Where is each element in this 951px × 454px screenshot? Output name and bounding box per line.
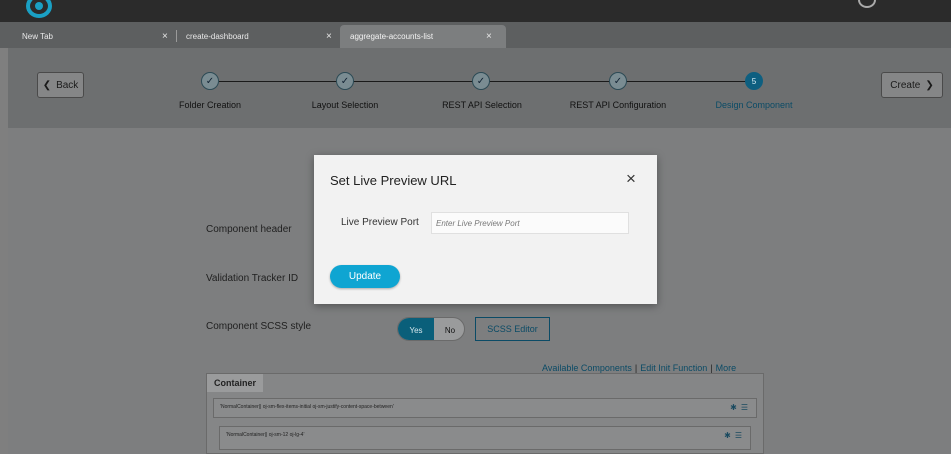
container-title: Container [207,374,263,392]
step-2-check-icon[interactable]: ✓ [336,72,354,90]
scss-style-toggle[interactable]: Yes No [397,317,465,341]
tab-separator [176,30,177,42]
available-components-link[interactable]: Available Components [542,363,632,373]
chevron-right-icon: ❯ [925,79,934,91]
step-label-rest-api-selection[interactable]: REST API Selection [442,100,522,110]
app-topbar [0,0,951,22]
link-separator: | [634,363,638,373]
tab-strip: New Tab × create-dashboard × aggregate-a… [0,22,951,48]
close-icon[interactable]: × [162,31,168,42]
step-label-rest-api-configuration[interactable]: REST API Configuration [570,100,666,110]
toggle-no[interactable]: No [434,318,464,340]
tab-new-tab[interactable]: New Tab × [14,25,184,48]
step-5-number[interactable]: 5 [745,72,763,90]
user-avatar-icon[interactable] [858,0,876,8]
step-1-check-icon[interactable]: ✓ [201,72,219,90]
create-label: Create [890,79,921,91]
drag-handle-icon[interactable]: ☰ [741,403,748,412]
row-actions: ✱ ☰ [730,403,748,412]
component-links: Available Components | Edit Init Function |… [542,363,736,373]
update-button[interactable]: Update [330,265,400,288]
container-panel: Container 'NormalContainer|| oj-sm-flex-… [206,373,764,454]
step-4-check-icon[interactable]: ✓ [609,72,627,90]
wizard-header: ❮ Back ✓ ✓ ✓ ✓ 5 Folder Creation Layout … [8,48,951,128]
tab-label: aggregate-accounts-list [350,32,434,41]
component-header-label: Component header [206,224,292,235]
toggle-yes[interactable]: Yes [398,318,434,340]
live-preview-port-input[interactable] [431,212,629,234]
app-logo-dot [35,2,43,10]
link-separator: | [710,363,713,373]
step-label-design-component[interactable]: Design Component [715,100,792,110]
step-3-check-icon[interactable]: ✓ [472,72,490,90]
container-row-text: 'NormalContainer|| oj-sm-12 oj-lg-4' [226,432,305,438]
container-row-text: 'NormalContainer|| oj-sm-flex-items-init… [220,404,394,410]
gear-icon[interactable]: ✱ [724,431,731,440]
tab-aggregate-accounts-list[interactable]: aggregate-accounts-list × [340,25,506,48]
step-label-folder-creation[interactable]: Folder Creation [179,100,241,110]
modal-title: Set Live Preview URL [330,173,457,188]
step-label-layout-selection[interactable]: Layout Selection [312,100,379,110]
container-row[interactable]: 'NormalContainer|| oj-sm-12 oj-lg-4' ✱ ☰ [219,426,751,450]
close-icon[interactable]: × [626,169,636,189]
drag-handle-icon[interactable]: ☰ [735,431,742,440]
tab-create-dashboard[interactable]: create-dashboard × [178,25,340,48]
back-label: Back [56,79,79,91]
row-actions: ✱ ☰ [724,431,742,440]
more-link[interactable]: More [716,363,737,373]
live-preview-modal: Set Live Preview URL × Live Preview Port… [314,155,657,304]
container-row[interactable]: 'NormalContainer|| oj-sm-flex-items-init… [213,398,757,418]
back-button[interactable]: ❮ Back [37,72,84,98]
tab-label: New Tab [22,32,53,41]
validation-tracker-label: Validation Tracker ID [206,273,299,284]
scss-style-label: Component SCSS style [206,321,312,332]
live-preview-port-label: Live Preview Port [341,217,419,228]
scss-editor-button[interactable]: SCSS Editor [475,317,550,341]
create-button[interactable]: Create ❯ [881,72,943,98]
gear-icon[interactable]: ✱ [730,403,737,412]
chevron-left-icon: ❮ [42,79,52,91]
tab-label: create-dashboard [186,32,249,41]
close-icon[interactable]: × [486,31,492,42]
close-icon[interactable]: × [326,31,332,42]
edit-init-function-link[interactable]: Edit Init Function [640,363,707,373]
